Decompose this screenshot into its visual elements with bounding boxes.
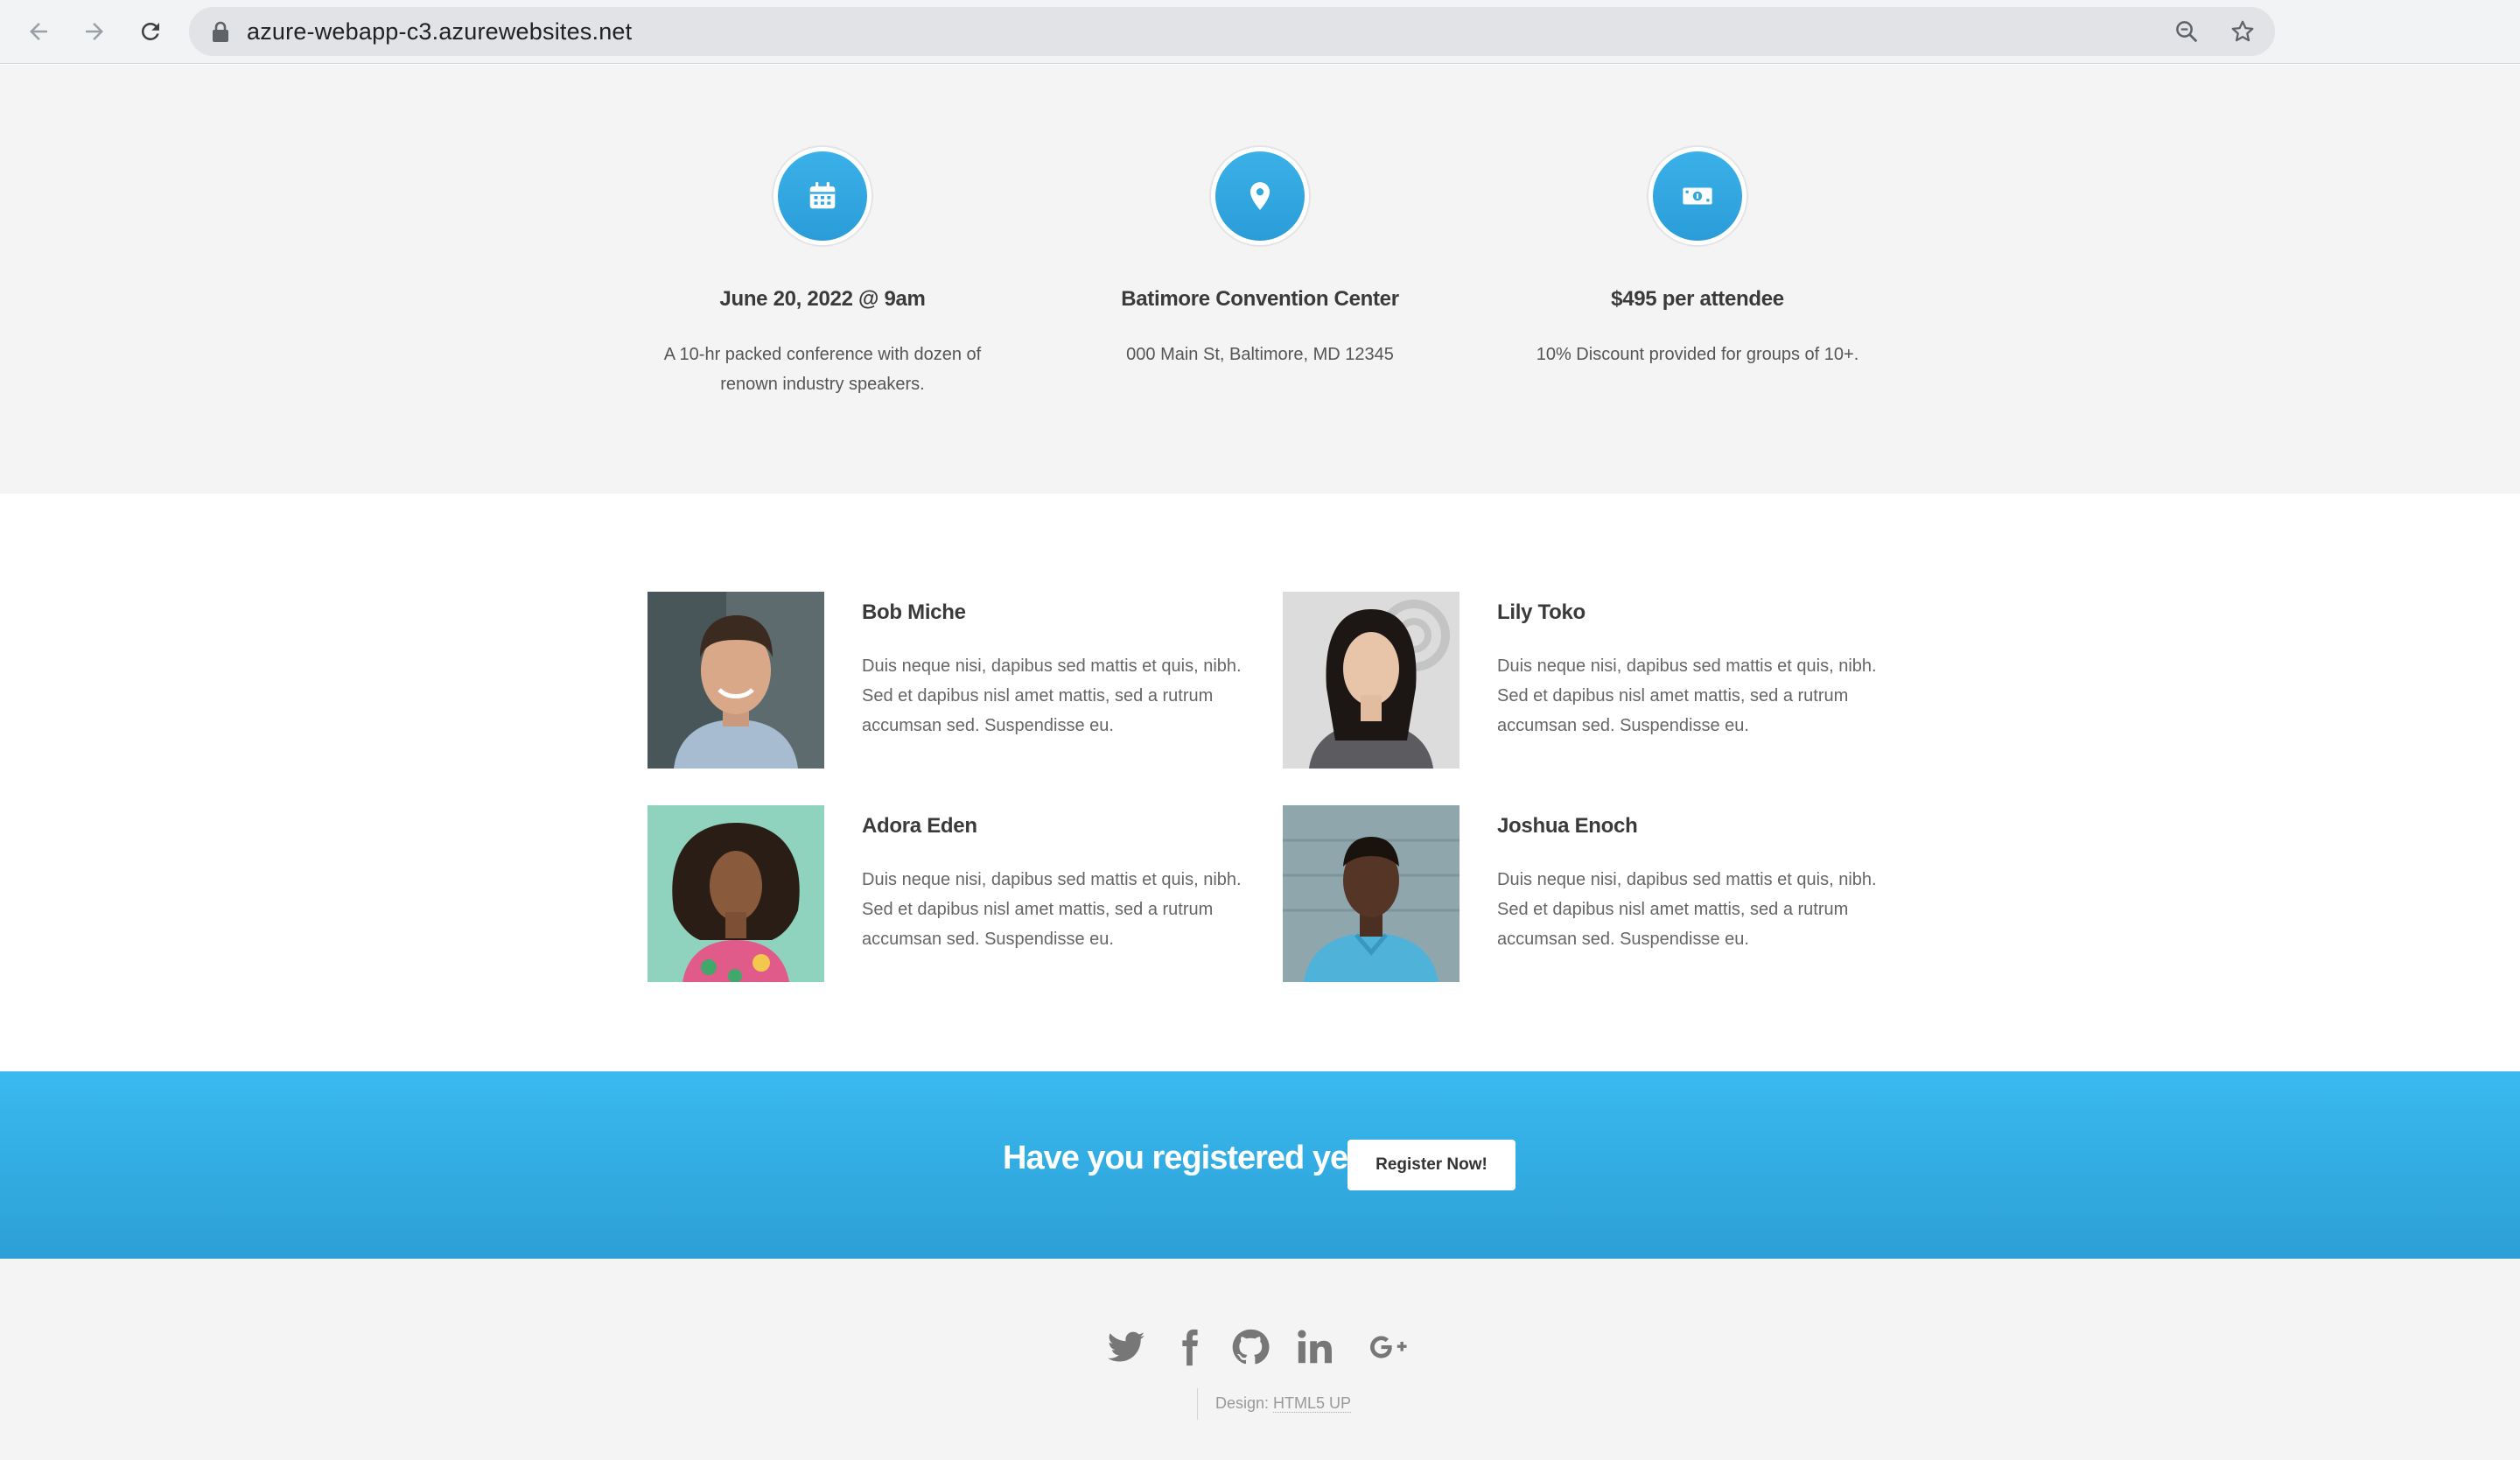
feature-text: A 10-hr packed conference with dozen of … — [663, 345, 982, 394]
footer: Design: HTML5 UP — [0, 1259, 2520, 1460]
linkedin-icon[interactable] — [1292, 1323, 1339, 1371]
zoom-icon[interactable] — [2174, 18, 2200, 45]
speaker-card: Lily Toko Duis neque nisi, dapibus sed m… — [1283, 592, 1895, 772]
speaker-name: Lily Toko — [1497, 600, 1586, 624]
speaker-photo — [1283, 805, 1460, 982]
speaker-photo — [648, 592, 824, 769]
browser-toolbar: azure-webapp-c3.azurewebsites.net — [0, 0, 2520, 64]
feature-text: 10% Discount provided for groups of 10+. — [1536, 345, 1859, 364]
map-marker-icon — [1209, 145, 1311, 247]
features-section: June 20, 2022 @ 9am A 10-hr packed confe… — [0, 65, 2520, 494]
speaker-card: Adora Eden Duis neque nisi, dapibus sed … — [648, 805, 1260, 986]
speaker-photo — [1283, 592, 1460, 769]
html5up-link[interactable]: HTML5 UP — [1273, 1394, 1352, 1413]
reload-icon[interactable] — [133, 14, 168, 49]
speaker-card: Bob Miche Duis neque nisi, dapibus sed m… — [648, 592, 1260, 772]
register-now-button[interactable]: Register Now! — [1348, 1140, 1516, 1190]
money-icon — [1647, 145, 1748, 247]
speaker-bio: Duis neque nisi, dapibus sed mattis et q… — [862, 656, 1242, 735]
twitter-icon[interactable] — [1102, 1323, 1150, 1371]
feature-title: Batimore Convention Center — [1121, 287, 1399, 311]
address-bar[interactable]: azure-webapp-c3.azurewebsites.net — [189, 7, 2275, 56]
github-icon[interactable] — [1227, 1323, 1274, 1371]
register-cta-banner: Have you registered yet? Register Now! — [0, 1071, 2520, 1259]
speaker-bio: Duis neque nisi, dapibus sed mattis et q… — [1497, 656, 1877, 735]
speaker-name: Bob Miche — [862, 600, 966, 624]
cta-heading: Have you registered yet? — [1003, 1140, 1378, 1176]
star-icon[interactable] — [2230, 18, 2256, 45]
speaker-bio: Duis neque nisi, dapibus sed mattis et q… — [862, 870, 1242, 949]
feature-text: 000 Main St, Baltimore, MD 12345 — [1126, 345, 1394, 364]
back-arrow-icon[interactable] — [21, 14, 56, 49]
url-text: azure-webapp-c3.azurewebsites.net — [247, 18, 633, 45]
design-credit: Design: HTML5 UP — [1197, 1388, 1352, 1420]
speaker-card: Joshua Enoch Duis neque nisi, dapibus se… — [1283, 805, 1895, 986]
calendar-icon — [772, 145, 873, 247]
speakers-section: Bob Miche Duis neque nisi, dapibus sed m… — [0, 494, 2520, 1071]
facebook-icon[interactable] — [1166, 1323, 1213, 1371]
feature-title: $495 per attendee — [1611, 287, 1784, 311]
feature-title: June 20, 2022 @ 9am — [719, 287, 926, 311]
speaker-name: Joshua Enoch — [1497, 814, 1638, 838]
google-plus-icon[interactable] — [1365, 1323, 1412, 1371]
credit-label: Design: — [1215, 1394, 1270, 1412]
speaker-photo — [648, 805, 824, 982]
forward-arrow-icon[interactable] — [77, 14, 112, 49]
speaker-name: Adora Eden — [862, 814, 977, 838]
lock-icon — [210, 20, 231, 43]
speaker-bio: Duis neque nisi, dapibus sed mattis et q… — [1497, 870, 1877, 949]
